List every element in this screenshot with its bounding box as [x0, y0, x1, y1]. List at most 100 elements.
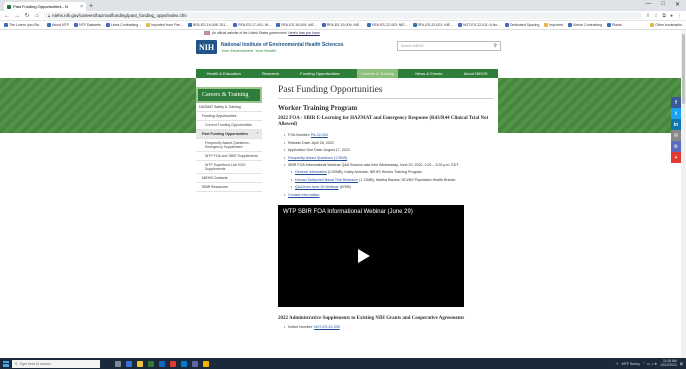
back-arrow-icon[interactable]: ← [4, 13, 10, 19]
search-icon[interactable]: ⚲ [493, 43, 497, 49]
bookmark-item[interactable]: Above Contracting [568, 23, 602, 27]
star-icon[interactable]: ☆ [654, 13, 658, 19]
social-share-icon[interactable]: ⚙ [671, 141, 681, 152]
notice-number-link[interactable]: NOT-ES-22-005 [314, 325, 340, 329]
forward-arrow-icon[interactable]: → [14, 13, 20, 19]
faq-link[interactable]: Frequently Asked Questions (175KB) [288, 156, 347, 160]
bookmark-icon [46, 23, 51, 27]
social-share-icon[interactable]: + [671, 152, 681, 163]
bookmark-item[interactable]: Imported from Fire... [146, 23, 183, 27]
new-tab-button[interactable]: + [89, 2, 93, 11]
bookmark-item[interactable]: Dedicated Spacing [505, 23, 539, 27]
sidebar-item[interactable]: Current Funding Opportunities [196, 121, 262, 130]
profile-icon[interactable]: ● [670, 13, 673, 19]
reload-icon[interactable]: ↻ [24, 12, 30, 19]
us-flag-icon [204, 31, 210, 35]
search-placeholder: Search NIEHS [401, 44, 424, 48]
scrollbar-thumb[interactable] [682, 34, 685, 104]
general-info-link[interactable]: General Information [295, 170, 327, 174]
bookmark-item[interactable]: Imported [544, 23, 563, 27]
search-icon: ⚲ [15, 361, 18, 366]
other-bookmarks[interactable]: Other bookmarks [650, 23, 682, 27]
windows-start-icon[interactable] [3, 360, 9, 367]
bookmark-icon [233, 23, 238, 27]
share-icon[interactable]: ⇪ [646, 13, 650, 19]
sidebar-item[interactable]: SBIR Resources [196, 183, 262, 192]
sidebar-item[interactable]: WTP FOA and SBIR Supplements [196, 152, 262, 161]
nav-item-news-events[interactable]: News & Events [411, 69, 446, 78]
institute-name[interactable]: National Institute of Environmental Heal… [221, 42, 344, 48]
sidebar-item[interactable]: Past Funding Opportunities ⌃ [196, 130, 262, 139]
address-bar-row: ← → ↻ ⌂ 🔒︎ niehs.nih.gov/careers/hazmat/… [0, 11, 686, 21]
task-view-icon[interactable] [115, 360, 121, 367]
human-subjects-link[interactable]: Human Subjects/Clinical Trial Research [295, 178, 358, 182]
sidebar-item[interactable]: NIEHS Contacts [196, 174, 262, 183]
nav-item-funding-opportunities[interactable]: Funding Opportunities [296, 69, 343, 78]
bookmark-item[interactable]: RFA-ES-17-001: NI... [233, 23, 271, 27]
sidebar-title[interactable]: Careers & Training [196, 87, 262, 103]
list-item: Release Date: April 26, 2022 [284, 141, 493, 146]
notification-icon[interactable]: ▤ [680, 362, 683, 366]
file-explorer-icon[interactable] [137, 360, 143, 367]
tray-icons[interactable]: ⌃ ▭ ◖ ⊕ [643, 362, 657, 366]
bookmark-icon [105, 23, 110, 27]
teams-icon[interactable] [192, 360, 198, 367]
qa-webinar-link[interactable]: Q&A from June 29 Webinar [295, 185, 339, 189]
bookmark-item[interactable]: NTP Datasets [74, 23, 101, 27]
bookmark-item[interactable]: RFA-ES-22-001: NIE... [412, 23, 453, 27]
video-player[interactable]: WTP SBIR FOA Informational Webinar (June… [278, 205, 464, 308]
nav-item-about-niehs[interactable]: About NIEHS [460, 69, 492, 78]
chrome-icon[interactable] [203, 360, 209, 367]
nav-item-careers-training[interactable]: Careers & Training [356, 69, 399, 78]
social-share-icon[interactable]: in [671, 119, 681, 130]
weather-icon: ☀ [615, 361, 619, 366]
clock[interactable]: 11:08 AM 10/12/2022 [660, 359, 677, 368]
sidebar-item[interactable]: Funding Opportunities [196, 112, 262, 121]
bookmark-item[interactable]: RFA-ES-16-009: NIE... [276, 23, 317, 27]
bookmark-item[interactable]: RFA-ES-19-009: NIE... [321, 23, 362, 27]
nih-logo[interactable]: NIH [196, 40, 217, 54]
close-window-button[interactable]: ✕ [675, 1, 680, 8]
chevron-up-icon[interactable]: ⌃ [256, 132, 259, 136]
tab-title: Past Funding Opportunities - N [13, 4, 68, 9]
webinar-materials-list: General Information (1.92MB), Kathy Ahlm… [288, 170, 493, 190]
social-share-icon[interactable]: f [671, 97, 681, 108]
contact-info-link[interactable]: Contact Information [288, 193, 319, 197]
sidebar-item[interactable]: WTP Superfund Lab 2019 Supplements [196, 161, 262, 174]
extension-icon[interactable]: ⧉ [662, 13, 666, 19]
foa-number-link[interactable]: PA-22-204 [311, 133, 328, 137]
outlook-icon[interactable] [181, 360, 187, 367]
nav-item-health-education[interactable]: Health & Education [203, 69, 245, 78]
bookmark-item[interactable]: RFA-ES-19-008: 201... [187, 23, 228, 27]
nav-item-research[interactable]: Research [258, 69, 283, 78]
word-icon[interactable] [159, 360, 165, 367]
bookmark-item[interactable]: The Lorem Ipsu Re... [4, 23, 42, 27]
folder-icon [650, 23, 655, 27]
page-scrollbar[interactable] [681, 30, 686, 358]
search-input[interactable]: Search NIEHS ⚲ [397, 41, 501, 51]
close-tab-icon[interactable]: × [80, 4, 83, 10]
weather-text[interactable]: 69°F Sunny [622, 362, 640, 366]
url-field[interactable]: 🔒︎ niehs.nih.gov/careers/hazmat/funding/… [44, 12, 642, 19]
bookmark-item[interactable]: About NTP [46, 23, 69, 27]
sidebar-item[interactable]: HAZMAT Safety & Training [196, 103, 262, 112]
social-share-icon[interactable]: t [671, 108, 681, 119]
acrobat-icon[interactable] [170, 360, 176, 367]
play-icon[interactable] [358, 249, 370, 264]
taskbar-search-input[interactable]: ⚲ Type here to search [12, 359, 100, 368]
bookmark-item[interactable]: NOT-ES-22-011: A No... [457, 23, 500, 27]
bookmark-item[interactable]: RFA-ES-22-003: NIE... [367, 23, 408, 27]
bookmark-item[interactable]: Plants [607, 23, 622, 27]
minimize-button[interactable]: — [645, 1, 651, 8]
bookmark-item[interactable]: Linda Contracting... [105, 23, 141, 27]
excel-icon[interactable] [148, 360, 154, 367]
home-icon[interactable]: ⌂ [34, 13, 40, 19]
maximize-button[interactable]: □ [661, 1, 665, 8]
browser-tab[interactable]: Past Funding Opportunities - N × [4, 2, 86, 11]
edge-icon[interactable] [126, 360, 132, 367]
menu-icon[interactable]: ⋮ [677, 13, 682, 19]
sidebar-item[interactable]: Frequently Asked Questions - Emergency S… [196, 139, 262, 152]
gov-banner-link[interactable]: Here's how you know [289, 31, 320, 35]
institute-block: National Institute of Environmental Heal… [221, 42, 344, 53]
social-share-icon[interactable]: ✉ [671, 130, 681, 141]
